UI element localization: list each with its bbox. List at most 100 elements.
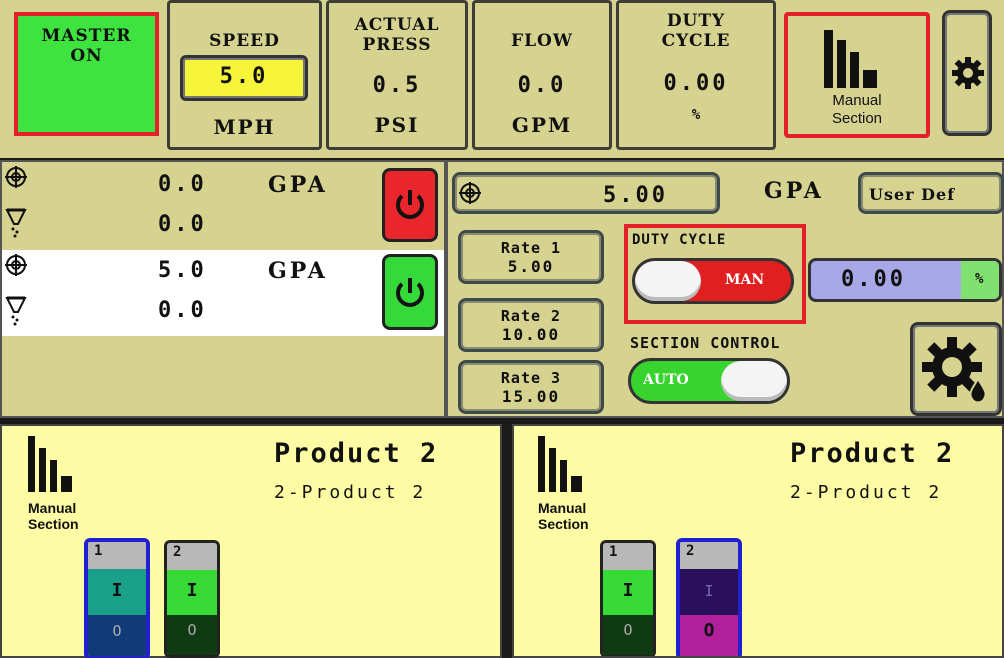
product-subtitle: 2-Product 2 bbox=[274, 482, 427, 503]
flow-label: FLOW bbox=[511, 31, 573, 51]
section-control-toggle[interactable]: AUTO bbox=[628, 358, 790, 404]
section-number: 1 bbox=[88, 542, 146, 570]
target-rate-field[interactable]: 5.00 bbox=[452, 172, 720, 214]
section-number: 2 bbox=[167, 543, 217, 570]
duty-cycle-title: DUTY CYCLE bbox=[632, 232, 727, 248]
power-icon bbox=[396, 190, 424, 219]
press-value: 0.5 bbox=[372, 73, 422, 98]
product-row-1[interactable]: 0.0 GPA 0.0 bbox=[2, 162, 444, 248]
speed-label: SPEED bbox=[209, 31, 280, 51]
product-1-power-button[interactable] bbox=[382, 168, 438, 242]
product-row-2[interactable]: 5.0 GPA 0.0 bbox=[2, 250, 444, 336]
duty-cycle-value-field[interactable]: 0.00 % bbox=[808, 258, 1002, 302]
rate-2-value: 10.00 bbox=[501, 325, 561, 344]
press-label-line1: ACTUAL bbox=[354, 15, 440, 35]
switch-off-half: O bbox=[88, 614, 146, 656]
product-2-flow: 0.0 bbox=[158, 298, 207, 323]
nozzle-icon bbox=[5, 296, 27, 326]
product-2-rate: 5.0 bbox=[158, 258, 207, 283]
actual-press-tile: ACTUAL PRESS 0.5 PSI bbox=[326, 0, 468, 150]
header-bar: MASTER ON SPEED 5.0 MPH ACTUAL PRESS 0.5… bbox=[0, 0, 1004, 158]
section-panel-1: Manual Section Product 2 2-Product 2 1 I… bbox=[0, 424, 502, 658]
user-def-label: User Def bbox=[869, 185, 956, 204]
press-unit: PSI bbox=[374, 113, 420, 137]
rate-1-value: 5.00 bbox=[507, 257, 555, 276]
settings-button[interactable] bbox=[942, 10, 992, 136]
product-subtitle: 2-Product 2 bbox=[790, 482, 943, 503]
toggle-knob bbox=[721, 361, 787, 401]
target-rate-unit: GPA bbox=[764, 178, 824, 204]
rate-1-button[interactable]: Rate 1 5.00 bbox=[458, 230, 604, 284]
manual-section-button[interactable]: Manual Section bbox=[784, 12, 930, 138]
manual-section-icon bbox=[28, 436, 72, 492]
manual-section-label-line1: Manual bbox=[538, 500, 587, 516]
switch-on-half: I bbox=[603, 569, 653, 615]
switch-on-half: I bbox=[88, 569, 146, 615]
section-switch-1[interactable]: 1 I O bbox=[84, 538, 150, 658]
duty-cycle-value: 0.00 bbox=[841, 267, 906, 292]
flow-tile: FLOW 0.0 GPM bbox=[472, 0, 612, 150]
master-label-line1: MASTER bbox=[41, 26, 132, 46]
product-title: Product 2 bbox=[274, 438, 439, 469]
product-1-rate-unit: GPA bbox=[268, 172, 328, 198]
switch-off-half: O bbox=[603, 614, 653, 655]
section-control-mode: AUTO bbox=[643, 372, 689, 388]
flow-unit: GPM bbox=[511, 113, 573, 137]
product-1-flow: 0.0 bbox=[158, 212, 207, 237]
manual-section-icon bbox=[824, 30, 877, 88]
rate-2-label: Rate 2 bbox=[500, 307, 562, 325]
flow-value: 0.0 bbox=[517, 73, 567, 98]
manual-section-label-line2: Section bbox=[28, 516, 79, 532]
section-number: 2 bbox=[680, 542, 738, 570]
product-2-rate-unit: GPA bbox=[268, 258, 328, 284]
toggle-knob bbox=[635, 261, 701, 301]
product-2-power-button[interactable] bbox=[382, 254, 438, 330]
manual-section-icon bbox=[538, 436, 582, 492]
duty-cycle-unit: % bbox=[975, 271, 984, 287]
rate-3-value: 15.00 bbox=[501, 387, 561, 406]
master-button[interactable]: MASTER ON bbox=[14, 12, 159, 136]
manual-section-label-line1: Manual bbox=[832, 92, 882, 109]
duty-cycle-toggle[interactable]: MAN bbox=[632, 258, 794, 304]
rate-3-button[interactable]: Rate 3 15.00 bbox=[458, 360, 604, 414]
product-settings-button[interactable] bbox=[910, 322, 1002, 416]
master-label-line2: ON bbox=[70, 46, 103, 66]
duty-value: 0.00 bbox=[663, 71, 729, 96]
rate-2-button[interactable]: Rate 2 10.00 bbox=[458, 298, 604, 352]
manual-section-label-line2: Section bbox=[831, 110, 883, 127]
speed-value-box[interactable]: 5.0 bbox=[180, 55, 308, 101]
user-def-button[interactable]: User Def bbox=[858, 172, 1004, 214]
duty-cycle-tile: DUTY CYCLE 0.00 % bbox=[616, 0, 776, 150]
manual-section-label-line1: Manual bbox=[28, 500, 77, 516]
switch-off-half: O bbox=[167, 614, 217, 655]
press-label-line2: PRESS bbox=[362, 35, 432, 55]
nozzle-icon bbox=[5, 208, 27, 238]
gear-droplet-icon bbox=[922, 337, 987, 404]
target-rate-value: 5.00 bbox=[603, 183, 668, 208]
rate-3-label: Rate 3 bbox=[500, 369, 562, 387]
duty-cycle-mode: MAN bbox=[725, 272, 765, 288]
switch-off-half: O bbox=[680, 614, 738, 656]
gear-icon bbox=[952, 57, 984, 89]
section-switch-2[interactable]: 2 I O bbox=[164, 540, 220, 658]
speed-unit: MPH bbox=[213, 115, 276, 139]
section-switch-1[interactable]: 1 I O bbox=[600, 540, 656, 656]
target-rate-icon bbox=[5, 166, 27, 188]
section-control-title: SECTION CONTROL bbox=[630, 334, 781, 352]
manual-section-label-line2: Section bbox=[538, 516, 589, 532]
speed-value: 5.0 bbox=[219, 64, 269, 89]
speed-tile: SPEED 5.0 MPH bbox=[167, 0, 322, 150]
section-switch-2[interactable]: 2 I O bbox=[676, 538, 742, 656]
duty-cycle-group: DUTY CYCLE MAN bbox=[624, 224, 806, 324]
product-title: Product 2 bbox=[790, 438, 955, 469]
duty-label-line1: DUTY bbox=[666, 11, 726, 31]
target-rate-icon bbox=[459, 182, 481, 204]
section-number: 1 bbox=[603, 543, 653, 570]
target-rate-icon bbox=[5, 254, 27, 276]
duty-unit: % bbox=[691, 107, 701, 123]
switch-on-half: I bbox=[680, 569, 738, 615]
section-panel-2: Manual Section Product 2 2-Product 2 1 I… bbox=[512, 424, 1004, 658]
switch-on-half: I bbox=[167, 569, 217, 615]
product-1-rate: 0.0 bbox=[158, 172, 207, 197]
duty-label-line2: CYCLE bbox=[661, 31, 731, 51]
